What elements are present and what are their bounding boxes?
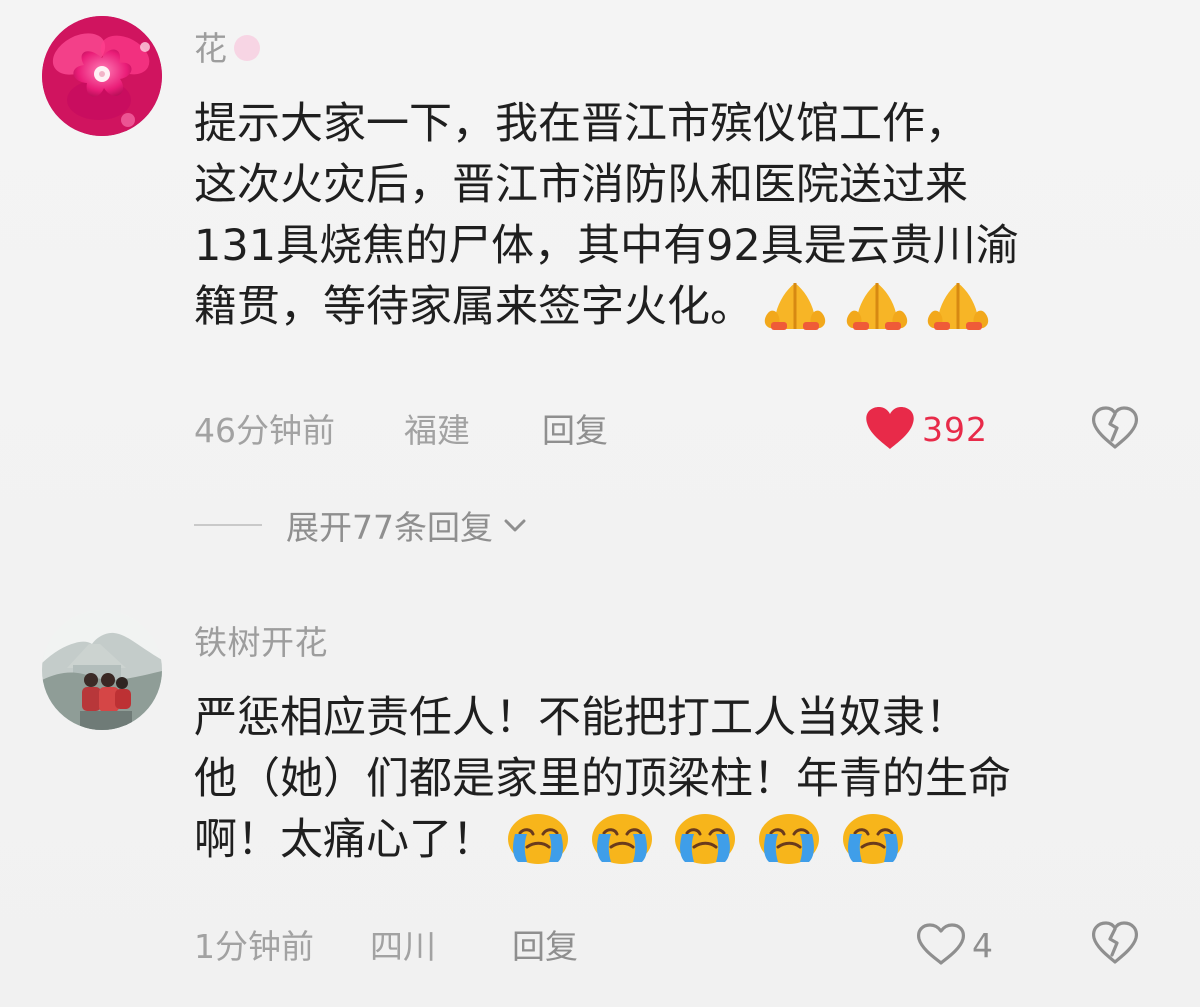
like-button[interactable]: 392 <box>864 405 988 453</box>
photo-avatar-image <box>42 610 162 730</box>
comment-username[interactable]: 铁树开花 <box>194 616 328 664</box>
emoji-group <box>761 272 992 333</box>
divider <box>194 524 262 526</box>
comment-text-line: 籍贯，等待家属来签字火化。 <box>194 277 1154 338</box>
like-count: 392 <box>922 409 988 449</box>
comment-meta-row: 46分钟前 福建 回复 392 <box>194 404 1152 454</box>
folded-hands-icon <box>928 282 989 330</box>
comment-text-line: 严惩相应责任人！不能把打工人当奴隶！ <box>194 693 968 743</box>
avatar[interactable] <box>42 16 162 136</box>
comment-body: 严惩相应责任人！不能把打工人当奴隶！ 他（她）们都是家里的顶梁柱！年青的生命 啊… <box>194 688 1154 871</box>
folded-hands-icon <box>846 282 907 330</box>
broken-heart-icon[interactable] <box>1092 921 1138 967</box>
pink-badge-icon <box>233 34 260 61</box>
crying-face-icon <box>508 813 568 864</box>
crying-face-icon <box>842 813 903 864</box>
comment-time: 46分钟前 <box>194 411 335 450</box>
comment-body: 提示大家一下，我在晋江市殡仪馆工作， 这次火灾后，晋江市消防队和医院送过来 13… <box>194 94 1154 338</box>
comment-location: 四川 <box>370 927 436 966</box>
crying-face-icon <box>759 813 820 864</box>
crying-face-icon <box>675 813 736 864</box>
username-text: 花 <box>194 29 228 68</box>
like-button[interactable]: 4 <box>916 921 994 969</box>
broken-heart-icon[interactable] <box>1092 406 1138 452</box>
comment-item-1: 花 提示大家一下，我在晋江市殡仪馆工作， 这次火灾后，晋江市消防队和医院送过来 … <box>0 0 1200 560</box>
comment-text-content: 啊！太痛心了！ <box>194 815 495 865</box>
like-count: 4 <box>972 925 994 965</box>
comment-text-content: 籍贯，等待家属来签字火化。 <box>194 282 753 332</box>
comment-thread: 花 提示大家一下，我在晋江市殡仪馆工作， 这次火灾后，晋江市消防队和医院送过来 … <box>0 0 1200 1007</box>
comment-time: 1分钟前 <box>194 927 314 966</box>
avatar[interactable] <box>42 610 162 730</box>
crying-face-icon <box>591 813 652 864</box>
comment-text-line: 啊！太痛心了！ <box>194 810 1154 871</box>
flower-avatar-image <box>42 16 162 136</box>
comment-item-2: 铁树开花 严惩相应责任人！不能把打工人当奴隶！ 他（她）们都是家里的顶梁柱！年青… <box>0 592 1200 1007</box>
reply-button[interactable]: 回复 <box>512 920 578 968</box>
folded-hands-icon <box>764 282 826 330</box>
heart-icon <box>866 407 914 449</box>
comment-text-line: 他（她）们都是家里的顶梁柱！年青的生命 <box>194 754 1011 804</box>
comment-text-line: 提示大家一下，我在晋江市殡仪馆工作， <box>194 99 968 149</box>
comment-text-line: 131具烧焦的尸体，其中有92具是云贵川渝 <box>194 221 1019 271</box>
comment-meta-row: 1分钟前 四川 回复 4 <box>194 920 1152 970</box>
comment-username[interactable]: 花 <box>194 22 260 70</box>
reply-button[interactable]: 回复 <box>542 404 608 452</box>
expand-replies[interactable]: 展开77条回复 <box>194 502 529 548</box>
emoji-group <box>503 805 908 866</box>
comment-location: 福建 <box>404 411 470 450</box>
expand-replies-label: 展开77条回复 <box>286 508 493 547</box>
chevron-down-icon <box>504 519 526 532</box>
heart-outline-icon <box>917 923 965 965</box>
comment-text-line: 这次火灾后，晋江市消防队和医院送过来 <box>194 160 968 210</box>
